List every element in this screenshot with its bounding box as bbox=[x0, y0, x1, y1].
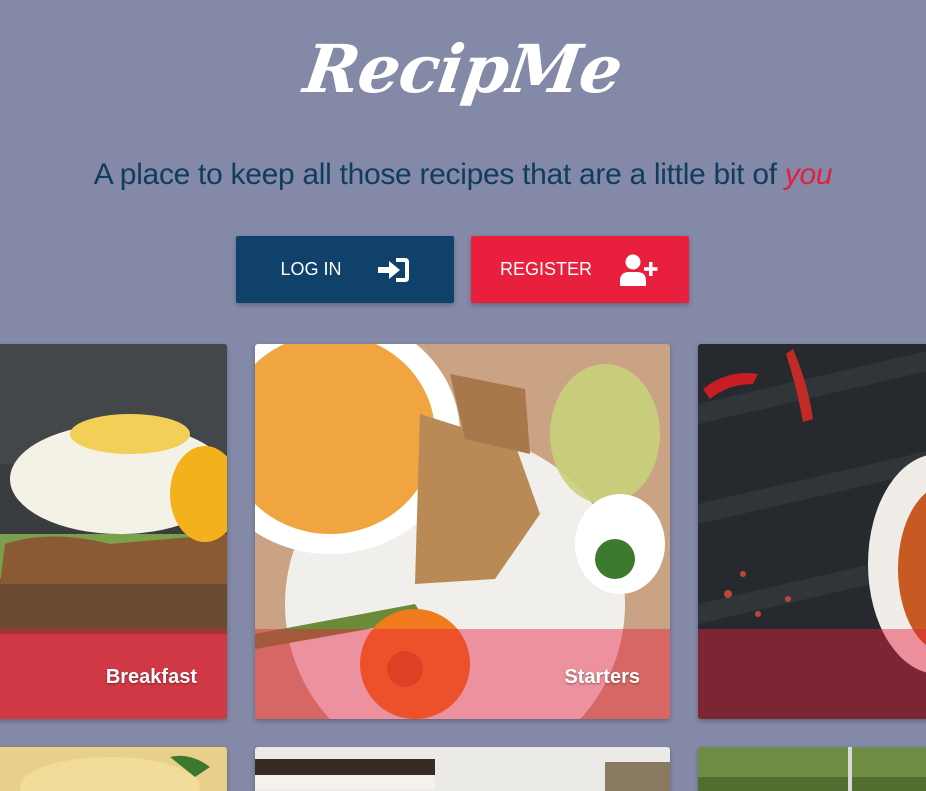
login-button[interactable]: LOG IN bbox=[236, 236, 454, 303]
category-card-breakfast[interactable]: Breakfast bbox=[0, 344, 227, 719]
card-label: Breakfast bbox=[105, 666, 197, 688]
category-card-mains[interactable] bbox=[698, 344, 926, 719]
card-label: Starters bbox=[564, 666, 640, 688]
sign-in-icon bbox=[377, 257, 410, 283]
user-plus-icon bbox=[620, 254, 660, 286]
category-card-row2-2[interactable] bbox=[255, 747, 670, 791]
recipe-photo bbox=[0, 747, 227, 791]
tagline-text: A place to keep all those recipes that a… bbox=[93, 158, 777, 191]
recipe-photo bbox=[698, 747, 926, 791]
category-card-row2-1[interactable] bbox=[0, 747, 227, 791]
tagline-highlight: you bbox=[784, 158, 833, 191]
card-overlay bbox=[698, 629, 926, 719]
login-label: LOG IN bbox=[280, 259, 342, 279]
tagline: A place to keep all those recipes that a… bbox=[0, 158, 926, 192]
category-card-row2-3[interactable] bbox=[698, 747, 926, 791]
category-card-starters[interactable]: Starters bbox=[255, 344, 670, 719]
recipe-photo bbox=[255, 747, 670, 791]
register-button[interactable]: REGISTER bbox=[471, 236, 689, 303]
app-logo: RecipMe bbox=[299, 30, 627, 108]
register-label: REGISTER bbox=[499, 259, 592, 279]
